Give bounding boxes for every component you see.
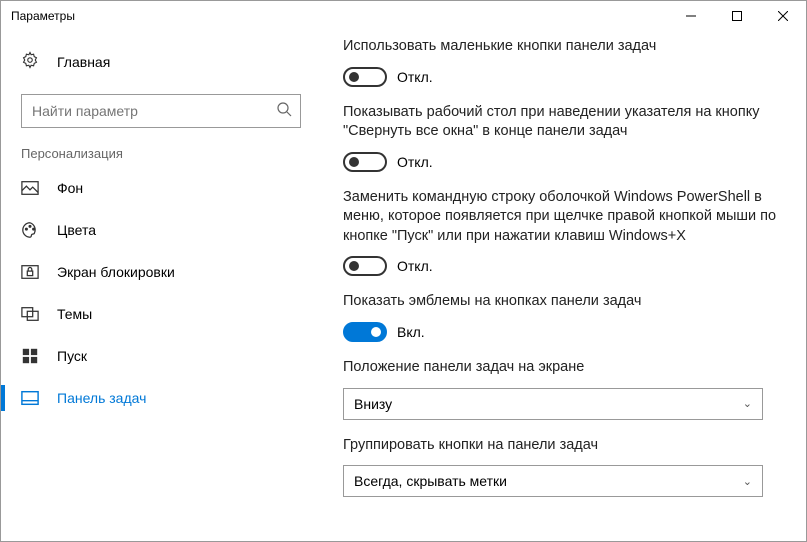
sidebar-item-start[interactable]: Пуск — [1, 335, 321, 377]
sidebar-item-colors[interactable]: Цвета — [1, 209, 321, 251]
lockscreen-icon — [21, 263, 41, 281]
sidebar: Главная Персонализация Фон Цвета Экран б… — [1, 31, 321, 541]
setting-label: Использовать маленькие кнопки панели зад… — [343, 37, 780, 57]
toggle-peek-desktop[interactable] — [343, 152, 387, 172]
dropdown-value: Всегда, скрывать метки — [354, 473, 507, 489]
maximize-button[interactable] — [714, 1, 760, 31]
toggle-badges[interactable] — [343, 322, 387, 342]
dropdown-combine-buttons[interactable]: Всегда, скрывать метки ⌄ — [343, 465, 763, 497]
search-box[interactable] — [21, 94, 301, 128]
sidebar-item-label: Цвета — [57, 222, 96, 238]
window-title: Параметры — [11, 9, 75, 23]
toggle-state: Вкл. — [397, 324, 425, 340]
home-nav[interactable]: Главная — [1, 41, 321, 82]
minimize-button[interactable] — [668, 1, 714, 31]
search-input[interactable] — [32, 103, 276, 119]
sidebar-item-lockscreen[interactable]: Экран блокировки — [1, 251, 321, 293]
search-icon — [276, 101, 292, 122]
section-label: Персонализация — [1, 142, 321, 167]
setting-label: Заменить командную строку оболочкой Wind… — [343, 188, 780, 247]
toggle-powershell[interactable] — [343, 256, 387, 276]
toggle-small-buttons[interactable] — [343, 67, 387, 87]
setting-label: Показывать рабочий стол при наведении ук… — [343, 103, 780, 142]
start-icon — [21, 347, 41, 365]
toggle-state: Откл. — [397, 154, 433, 170]
sidebar-item-label: Пуск — [57, 348, 87, 364]
main-panel: Использовать маленькие кнопки панели зад… — [321, 31, 806, 541]
setting-label: Группировать кнопки на панели задач — [343, 436, 780, 456]
taskbar-icon — [21, 389, 41, 407]
home-label: Главная — [57, 54, 110, 70]
dropdown-taskbar-position[interactable]: Внизу ⌄ — [343, 388, 763, 420]
dropdown-value: Внизу — [354, 396, 392, 412]
close-button[interactable] — [760, 1, 806, 31]
picture-icon — [21, 179, 41, 197]
sidebar-item-background[interactable]: Фон — [1, 167, 321, 209]
themes-icon — [21, 305, 41, 323]
chevron-down-icon: ⌄ — [743, 475, 752, 488]
chevron-down-icon: ⌄ — [743, 397, 752, 410]
titlebar: Параметры — [1, 1, 806, 31]
gear-icon — [21, 51, 41, 72]
sidebar-item-label: Темы — [57, 306, 92, 322]
sidebar-item-label: Панель задач — [57, 390, 146, 406]
sidebar-item-taskbar[interactable]: Панель задач — [1, 377, 321, 419]
sidebar-item-label: Фон — [57, 180, 83, 196]
sidebar-item-themes[interactable]: Темы — [1, 293, 321, 335]
setting-label: Положение панели задач на экране — [343, 358, 780, 378]
sidebar-item-label: Экран блокировки — [57, 264, 175, 280]
setting-label: Показать эмблемы на кнопках панели задач — [343, 292, 780, 312]
palette-icon — [21, 221, 41, 239]
toggle-state: Откл. — [397, 69, 433, 85]
toggle-state: Откл. — [397, 258, 433, 274]
